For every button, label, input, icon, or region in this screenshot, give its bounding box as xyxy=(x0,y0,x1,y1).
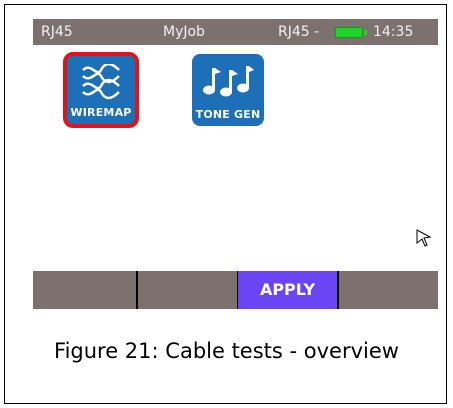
apply-button[interactable]: APPLY xyxy=(238,271,337,309)
battery-icon xyxy=(335,27,367,38)
status-bar: RJ45 MyJob RJ45 - 14:35 xyxy=(33,19,438,45)
softkey-bar: APPLY xyxy=(33,271,438,309)
tone-gen-app-button[interactable]: TONE GEN xyxy=(190,52,266,128)
softkey-4[interactable] xyxy=(339,271,438,309)
device-screen: RJ45 MyJob RJ45 - 14:35 WIREMAP TONE GEN… xyxy=(33,19,438,319)
softkey-1[interactable] xyxy=(33,271,136,309)
wiremap-label: WIREMAP xyxy=(70,106,132,119)
status-time: 14:35 xyxy=(373,24,414,40)
wiremap-app-button[interactable]: WIREMAP xyxy=(63,52,139,128)
status-interface: RJ45 xyxy=(41,24,73,40)
figure-caption: Figure 21: Cable tests - overview xyxy=(54,339,399,363)
softkey-2[interactable] xyxy=(138,271,237,309)
status-test: RJ45 - xyxy=(278,24,320,40)
figure-frame: RJ45 MyJob RJ45 - 14:35 WIREMAP TONE GEN… xyxy=(4,4,447,404)
tone-gen-label: TONE GEN xyxy=(195,108,261,121)
pointer-cursor-icon xyxy=(416,229,432,247)
wiremap-icon xyxy=(82,64,120,100)
music-notes-icon xyxy=(203,66,254,97)
status-job: MyJob xyxy=(163,24,205,40)
